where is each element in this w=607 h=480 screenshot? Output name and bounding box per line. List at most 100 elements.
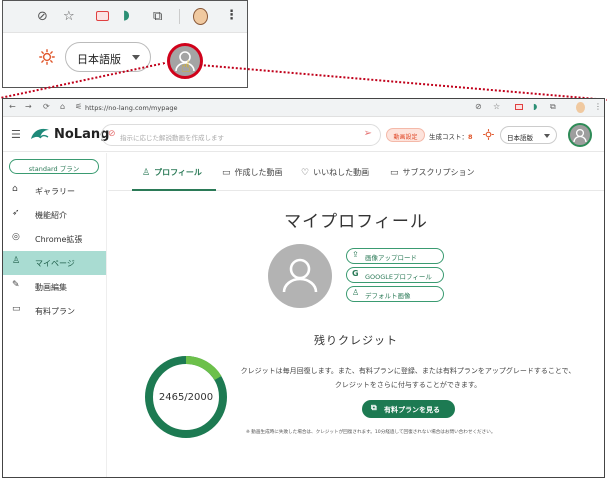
- page-screenshot: ← → ⟳ ⌂ ⚟ https://no-lang.com/mypage ⊘ ☆…: [2, 98, 605, 478]
- eye-off-icon[interactable]: ⊘: [475, 103, 482, 111]
- language-select-label: 日本語版: [507, 134, 533, 142]
- tab-subscription[interactable]: ▭ サブスクリプション: [390, 167, 475, 178]
- profile-face-icon[interactable]: [193, 8, 208, 25]
- puzzle-icon[interactable]: ⧉: [153, 10, 162, 23]
- dolphin-icon[interactable]: ◗: [533, 103, 537, 111]
- home-icon[interactable]: ⌂: [60, 103, 65, 111]
- sidebar-item-label: 有料プラン: [35, 307, 75, 316]
- app-header: ☰ NoLang ⊘ 指示に応じた解説動画を作成します ➢ 動画設定 生成コスト…: [3, 118, 604, 152]
- prompt-placeholder: 指示に応じた解説動画を作成します: [120, 134, 224, 142]
- more-vert-icon[interactable]: ⋮: [225, 9, 238, 22]
- sidebar-item-label: ギャラリー: [35, 187, 75, 196]
- dolphin-icon[interactable]: ◗: [123, 9, 130, 22]
- chevron-down-icon: [132, 55, 140, 60]
- sun-icon[interactable]: [39, 49, 55, 65]
- sidebar-item-label: Chrome拡張: [35, 235, 83, 244]
- nolang-logo-icon[interactable]: [29, 125, 51, 143]
- card-icon: ▭: [12, 304, 21, 314]
- chevron-down-icon: [544, 134, 550, 138]
- extension-red-icon[interactable]: [96, 11, 109, 21]
- page-title: マイプロフィール: [284, 212, 428, 232]
- heart-icon: ♡: [301, 168, 310, 178]
- person-icon: [282, 258, 318, 293]
- tab-created-videos[interactable]: ▭ 作成した動画: [222, 167, 283, 178]
- credit-note: ※ 動画生成時に失敗した場合は、クレジットが回復されます。10分経過して回復され…: [246, 430, 496, 435]
- chrome-icon: ◎: [12, 232, 20, 242]
- tab-label: いいねした動画: [313, 168, 370, 177]
- button-label: 画像アップロード: [365, 254, 417, 262]
- generation-cost: 生成コスト：8: [429, 131, 473, 141]
- button-label: GOOGLEプロフィール: [365, 273, 432, 281]
- tab-label: 作成した動画: [234, 168, 283, 177]
- person-icon: ♙: [142, 168, 151, 178]
- google-icon: G: [352, 269, 359, 278]
- callout-connector-right: [199, 64, 607, 102]
- profile-avatar: [268, 244, 332, 308]
- more-vert-icon[interactable]: ⋮: [594, 103, 602, 111]
- button-label: 有料プランを見る: [384, 406, 440, 414]
- video-icon: ▭: [222, 168, 231, 178]
- extension-red-icon[interactable]: [515, 104, 523, 110]
- rocket-icon: ➶: [12, 208, 20, 218]
- tab-label: プロフィール: [154, 168, 202, 177]
- plan-badge[interactable]: standard プラン: [9, 159, 99, 174]
- sidebar-item-label: 機能紹介: [35, 211, 67, 220]
- upload-icon: ⇪: [352, 250, 359, 259]
- pencil-icon: ✎: [12, 280, 20, 290]
- zoom-callout: ⊘ ☆ ◗ ⧉ ⋮ 日本語版 ☝: [2, 0, 248, 88]
- star-icon[interactable]: ☆: [63, 10, 75, 23]
- button-label: デフォルト画像: [365, 292, 411, 300]
- send-icon[interactable]: ➢: [364, 129, 372, 139]
- sidebar-item-label: マイページ: [35, 259, 75, 268]
- sidebar-item-chrome-extension[interactable]: ◎ Chrome拡張: [3, 227, 106, 251]
- default-image-button[interactable]: ♙ デフォルト画像: [346, 286, 444, 302]
- puzzle-icon[interactable]: ⧉: [550, 103, 556, 111]
- google-profile-button[interactable]: G GOOGLEプロフィール: [346, 267, 444, 283]
- back-icon[interactable]: ←: [9, 103, 16, 111]
- sidebar: standard プラン ⌂ ギャラリー ➶ 機能紹介 ◎ Chrome拡張 ♙…: [3, 153, 107, 477]
- external-link-icon: ⧉: [371, 403, 377, 412]
- person-icon: ♙: [12, 256, 21, 266]
- person-icon: ♙: [352, 288, 360, 297]
- sidebar-item-video-edit[interactable]: ✎ 動画編集: [3, 275, 106, 299]
- mypage-tabs: ♙ プロフィール ▭ 作成した動画 ♡ いいねした動画 ▭ サブスクリプション: [108, 153, 604, 191]
- hand-cursor-icon: ☝: [181, 57, 191, 76]
- tab-liked-videos[interactable]: ♡ いいねした動画: [301, 167, 369, 178]
- toolbar-divider: [179, 9, 180, 24]
- reload-icon[interactable]: ⟳: [43, 103, 50, 111]
- cost-label: 生成コスト：: [429, 133, 468, 141]
- sidebar-item-label: 動画編集: [35, 283, 67, 292]
- forward-icon[interactable]: →: [25, 103, 32, 111]
- video-settings-button[interactable]: 動画設定: [386, 128, 425, 142]
- credit-ring-highlight: [185, 355, 222, 381]
- url-text[interactable]: https://no-lang.com/mypage: [85, 104, 177, 112]
- language-select-label: 日本語版: [77, 53, 121, 66]
- star-icon[interactable]: ☆: [493, 103, 500, 111]
- view-paid-plans-button[interactable]: ⧉ 有料プランを見る: [362, 400, 455, 418]
- person-icon: [573, 128, 587, 143]
- menu-icon[interactable]: ☰: [11, 129, 21, 140]
- avatar[interactable]: [568, 123, 592, 147]
- attach-icon[interactable]: ⊘: [108, 130, 116, 139]
- tab-label: サブスクリプション: [402, 168, 475, 177]
- card-icon: ▭: [390, 168, 399, 178]
- sidebar-item-mypage[interactable]: ♙ マイページ: [3, 251, 106, 275]
- credit-description: クレジットは毎月回復します。また、有料プランに登録、または有料プランをアップグレ…: [240, 367, 576, 389]
- credit-count: 2465/2000: [158, 392, 214, 403]
- sidebar-item-gallery[interactable]: ⌂ ギャラリー: [3, 179, 106, 203]
- prompt-input[interactable]: ⊘ 指示に応じた解説動画を作成します ➢: [101, 124, 381, 146]
- eye-off-icon[interactable]: ⊘: [37, 10, 48, 23]
- site-info-icon[interactable]: ⚟: [75, 103, 82, 111]
- home-icon: ⌂: [12, 184, 18, 194]
- sidebar-item-paid-plans[interactable]: ▭ 有料プラン: [3, 299, 106, 323]
- active-tab-indicator: [132, 189, 216, 191]
- language-select[interactable]: 日本語版: [500, 126, 557, 144]
- upload-image-button[interactable]: ⇪ 画像アップロード: [346, 248, 444, 264]
- browser-toolbar-zoomed: ⊘ ☆ ◗ ⧉ ⋮: [3, 1, 247, 33]
- tab-profile[interactable]: ♙ プロフィール: [142, 167, 202, 178]
- cost-value: 8: [468, 133, 473, 141]
- sun-icon[interactable]: [483, 129, 494, 140]
- credits-title: 残りクレジット: [314, 334, 398, 347]
- profile-face-icon[interactable]: [576, 102, 585, 113]
- sidebar-item-features[interactable]: ➶ 機能紹介: [3, 203, 106, 227]
